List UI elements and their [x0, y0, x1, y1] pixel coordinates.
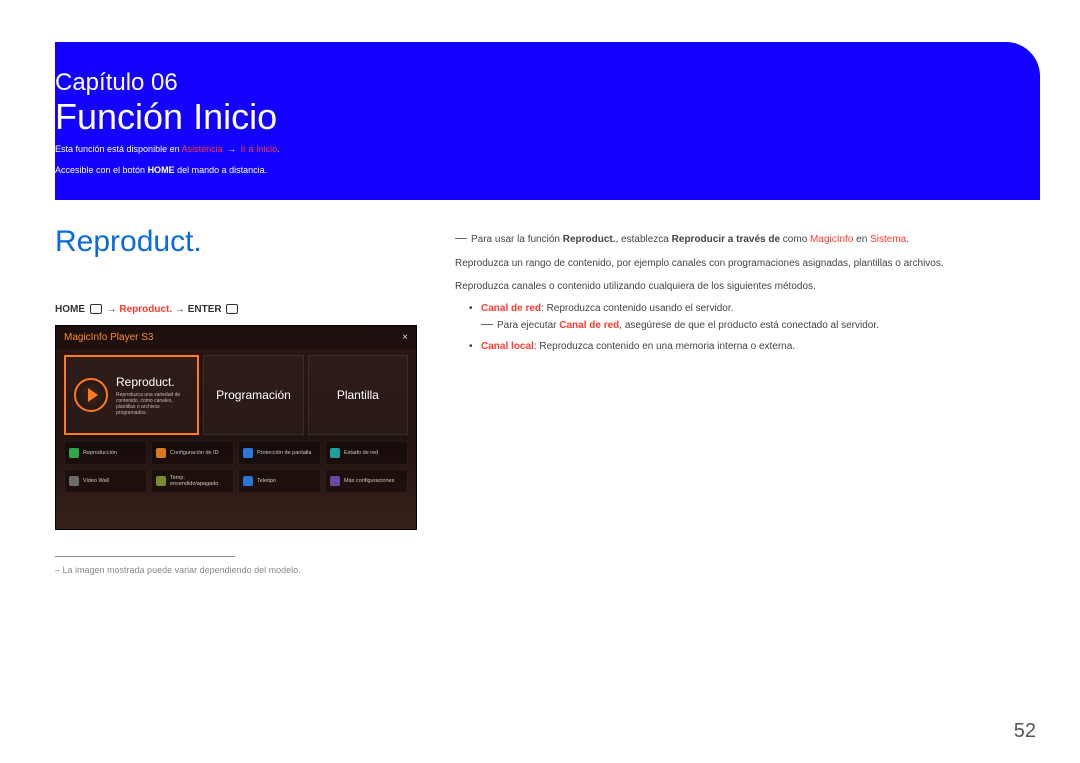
small-item-label: Video Wall	[83, 478, 109, 484]
square-icon	[156, 476, 166, 486]
tile-text: Reproduct. Reproduzca una variedad de co…	[116, 375, 189, 416]
bullet-list: Canal de red: Reproduzca contenido usand…	[455, 303, 1030, 314]
banner-note-2: Accesible con el botón HOME del mando a …	[55, 163, 1040, 177]
small-item: Video Wall	[64, 469, 147, 493]
tile-programacion: Programación	[203, 355, 303, 435]
banner-note-1: Esta función está disponible en Asistenc…	[55, 142, 1040, 156]
sub-note-canal-red: Para ejecutar Canal de red, asegúrese de…	[481, 318, 1030, 334]
highlight-canal-local: Canal local	[481, 341, 534, 352]
highlight-sistema: Sistema	[870, 234, 906, 245]
highlight-canal-de-red: Canal de red	[559, 320, 619, 331]
mock-app-name: MagicInfo Player S3	[64, 332, 154, 343]
square-icon	[69, 448, 79, 458]
nav-reproduct: Reproduct.	[119, 304, 172, 315]
square-icon	[69, 476, 79, 486]
small-item: Protección de pantalla	[238, 441, 321, 465]
small-item-label: Más configuraciones	[344, 478, 394, 484]
highlight-canal-de-red: Canal de red	[481, 303, 541, 314]
arrow: →	[107, 304, 120, 315]
square-icon	[243, 448, 253, 458]
intro-note: Para usar la función Reproduct., estable…	[455, 232, 1030, 248]
text: , establezca	[616, 234, 672, 245]
dash-icon	[481, 324, 493, 325]
nav-enter: ENTER	[188, 304, 222, 315]
bullet-list: Canal local: Reproduzca contenido en una…	[455, 341, 1030, 352]
text: en	[853, 234, 870, 245]
bullet-canal-local: Canal local: Reproduzca contenido en una…	[469, 341, 1030, 352]
small-item-label: Protección de pantalla	[257, 450, 311, 456]
text: .	[277, 144, 280, 154]
square-icon	[243, 476, 253, 486]
small-item: Teletipo	[238, 469, 321, 493]
small-item-label: Estado de red	[344, 450, 378, 456]
enter-button-icon	[226, 304, 238, 314]
highlight-ir-a-inicio: Ir a Inicio	[241, 144, 278, 154]
square-icon	[156, 448, 166, 458]
small-item: Más configuraciones	[325, 469, 408, 493]
small-item-label: Reproducción	[83, 450, 117, 456]
page: Capítulo 06 Función Inicio Esta función …	[0, 0, 1080, 763]
page-number: 52	[1014, 720, 1036, 743]
section-title: Reproduct.	[55, 225, 435, 259]
text: : Reproduzca contenido en una memoria in…	[534, 341, 795, 352]
footnote-text: La imagen mostrada puede variar dependie…	[63, 565, 301, 575]
chapter-title: Función Inicio	[55, 98, 1040, 136]
bold-reproducir-a-traves: Reproducir a través de	[672, 234, 780, 245]
paragraph-2: Reproduzca canales o contenido utilizand…	[455, 279, 1030, 295]
left-column: Reproduct. HOME → Reproduct. → ENTER Mag…	[55, 225, 435, 575]
text: .	[906, 234, 909, 245]
magicinfo-screenshot: MagicInfo Player S3 × Reproduct. Reprodu…	[55, 325, 417, 530]
text: Para ejecutar	[497, 320, 559, 331]
home-bold: HOME	[148, 165, 175, 175]
small-item: Configuración de ID	[151, 441, 234, 465]
highlight-asistencia: Asistencia	[182, 144, 223, 154]
play-icon	[74, 378, 108, 412]
small-item: Estado de red	[325, 441, 408, 465]
bullet-canal-red: Canal de red: Reproduzca contenido usand…	[469, 303, 1030, 314]
close-icon: ×	[402, 332, 408, 343]
highlight-magicinfo: MagicInfo	[810, 234, 853, 245]
nav-path: HOME → Reproduct. → ENTER	[55, 304, 435, 315]
arrow: →	[223, 144, 241, 154]
mock-header: MagicInfo Player S3 ×	[56, 326, 416, 349]
chapter-label: Capítulo 06	[55, 70, 1040, 96]
chapter-banner: Capítulo 06 Función Inicio Esta función …	[55, 42, 1040, 200]
tile-label: Plantilla	[337, 388, 379, 402]
text: como	[780, 234, 810, 245]
mock-tiles-row: Reproduct. Reproduzca una variedad de co…	[56, 349, 416, 439]
square-icon	[330, 476, 340, 486]
dash-icon	[455, 238, 467, 239]
text: del mando a distancia.	[175, 165, 268, 175]
right-column: Para usar la función Reproduct., estable…	[455, 232, 1030, 352]
home-button-icon	[90, 304, 102, 314]
tile-desc: Reproduzca una variedad de contenido, co…	[116, 392, 189, 416]
small-item-label: Teletipo	[257, 478, 276, 484]
small-item: Reproducción	[64, 441, 147, 465]
text: : Reproduzca contenido usando el servido…	[541, 303, 733, 314]
sub-note-text: Para ejecutar Canal de red, asegúrese de…	[497, 318, 879, 334]
small-item-label: Temp. encendido/apagado	[170, 475, 229, 487]
square-icon	[330, 448, 340, 458]
text: Para usar la función	[471, 234, 563, 245]
small-item-label: Configuración de ID	[170, 450, 219, 456]
footnote-rule	[55, 556, 235, 557]
arrow: →	[175, 304, 185, 315]
text: , asegúrese de que el producto está cone…	[619, 320, 879, 331]
mock-small-grid: Reproducción Configuración de ID Protecc…	[56, 439, 416, 501]
intro-note-text: Para usar la función Reproduct., estable…	[471, 232, 909, 248]
text: Esta función está disponible en	[55, 144, 182, 154]
text: Accesible con el botón	[55, 165, 148, 175]
nav-home: HOME	[55, 304, 85, 315]
tile-label: Reproduct.	[116, 375, 189, 389]
image-vary-footnote: – La imagen mostrada puede variar depend…	[55, 565, 435, 575]
small-item: Temp. encendido/apagado	[151, 469, 234, 493]
tile-label: Programación	[216, 388, 291, 402]
paragraph-1: Reproduzca un rango de contenido, por ej…	[455, 256, 1030, 272]
tile-plantilla: Plantilla	[308, 355, 408, 435]
tile-reproduct: Reproduct. Reproduzca una variedad de co…	[64, 355, 199, 435]
bold-reproduct: Reproduct.	[563, 234, 616, 245]
